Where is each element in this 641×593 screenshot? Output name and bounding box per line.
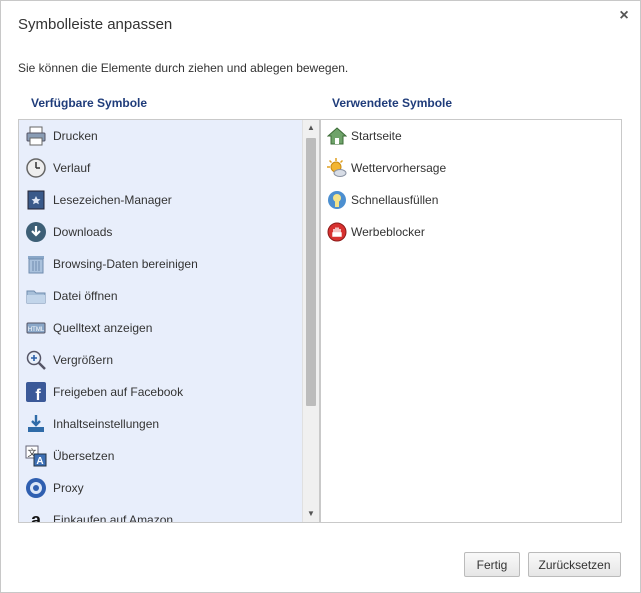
weather-icon xyxy=(327,158,347,178)
svg-text:f: f xyxy=(35,387,41,403)
customize-toolbar-dialog: Symbolleiste anpassen × Sie können die E… xyxy=(0,0,641,593)
used-item-label: Schnellausfüllen xyxy=(351,193,439,207)
available-item-label: Vergrößern xyxy=(53,353,114,367)
dialog-title: Symbolleiste anpassen xyxy=(18,16,173,33)
available-item-history[interactable]: Verlauf xyxy=(19,152,319,184)
available-item-print[interactable]: Drucken xyxy=(19,120,319,152)
printer-icon xyxy=(25,125,47,147)
scroll-down-arrow-icon[interactable]: ▼ xyxy=(303,506,319,522)
available-item-label: Verlauf xyxy=(53,161,91,175)
scroll-thumb[interactable] xyxy=(306,138,316,406)
translate-icon: 文A xyxy=(25,445,47,467)
available-item-amazon[interactable]: a Einkaufen auf Amazon xyxy=(19,504,319,523)
available-item-label: Drucken xyxy=(53,129,98,143)
folder-icon xyxy=(25,285,47,307)
zoom-in-icon xyxy=(25,349,47,371)
available-item-proxy[interactable]: Proxy xyxy=(19,472,319,504)
available-item-downloads[interactable]: Downloads xyxy=(19,216,319,248)
svg-text:A: A xyxy=(36,456,43,467)
proxy-icon xyxy=(25,477,47,499)
download-circle-icon xyxy=(25,221,47,243)
done-button[interactable]: Fertig xyxy=(464,552,520,577)
home-icon xyxy=(327,126,347,146)
available-item-open-file[interactable]: Datei öffnen xyxy=(19,280,319,312)
facebook-icon: f xyxy=(25,381,47,403)
available-item-label: Übersetzen xyxy=(53,449,115,463)
used-item-label: Werbeblocker xyxy=(351,225,425,239)
available-list-scrollbar[interactable]: ▲ ▼ xyxy=(302,120,319,522)
used-item-label: Wettervorhersage xyxy=(351,161,447,175)
dialog-description: Sie können die Elemente durch ziehen und… xyxy=(18,61,349,75)
available-item-label: Quelltext anzeigen xyxy=(53,321,153,335)
svg-text:HTML: HTML xyxy=(28,327,45,333)
used-item-adblock[interactable]: Werbeblocker xyxy=(321,216,621,248)
available-item-label: Freigeben auf Facebook xyxy=(53,385,184,399)
available-item-zoom[interactable]: Vergrößern xyxy=(19,344,319,376)
content-settings-icon xyxy=(25,413,47,435)
scroll-up-arrow-icon[interactable]: ▲ xyxy=(303,120,319,136)
available-item-translate[interactable]: 文A Übersetzen xyxy=(19,440,319,472)
autofill-icon xyxy=(327,190,347,210)
available-item-content-settings[interactable]: Inhaltseinstellungen xyxy=(19,408,319,440)
reset-button[interactable]: Zurücksetzen xyxy=(528,552,621,577)
html-source-icon: HTML xyxy=(25,317,47,339)
available-item-facebook[interactable]: f Freigeben auf Facebook xyxy=(19,376,319,408)
available-item-view-source[interactable]: HTML Quelltext anzeigen xyxy=(19,312,319,344)
available-item-label: Lesezeichen-Manager xyxy=(53,193,172,207)
available-item-label: Einkaufen auf Amazon xyxy=(53,513,174,523)
available-heading: Verfügbare Symbole xyxy=(31,96,148,110)
available-item-clear-data[interactable]: Browsing-Daten bereinigen xyxy=(19,248,319,280)
used-item-autofill[interactable]: Schnellausfüllen xyxy=(321,184,621,216)
used-item-label: Startseite xyxy=(351,129,402,143)
available-item-label: Inhaltseinstellungen xyxy=(53,417,160,431)
clock-icon xyxy=(25,157,47,179)
bookmark-book-icon xyxy=(25,189,47,211)
svg-text:a: a xyxy=(31,510,42,523)
trash-icon xyxy=(25,253,47,275)
used-symbols-list[interactable]: Startseite Wettervorhersage Schnellausfü… xyxy=(320,119,622,523)
available-item-bookmarks[interactable]: Lesezeichen-Manager xyxy=(19,184,319,216)
available-symbols-list[interactable]: Drucken Verlauf Lesezeichen-Manager Down… xyxy=(18,119,320,523)
adblock-icon xyxy=(327,222,347,242)
available-item-label: Browsing-Daten bereinigen xyxy=(53,257,198,271)
used-heading: Verwendete Symbole xyxy=(332,96,453,110)
close-icon[interactable]: × xyxy=(615,7,633,25)
used-item-weather[interactable]: Wettervorhersage xyxy=(321,152,621,184)
available-item-label: Datei öffnen xyxy=(53,289,118,303)
available-item-label: Downloads xyxy=(53,225,113,239)
available-item-label: Proxy xyxy=(53,481,84,495)
amazon-icon: a xyxy=(25,509,47,523)
used-item-home[interactable]: Startseite xyxy=(321,120,621,152)
